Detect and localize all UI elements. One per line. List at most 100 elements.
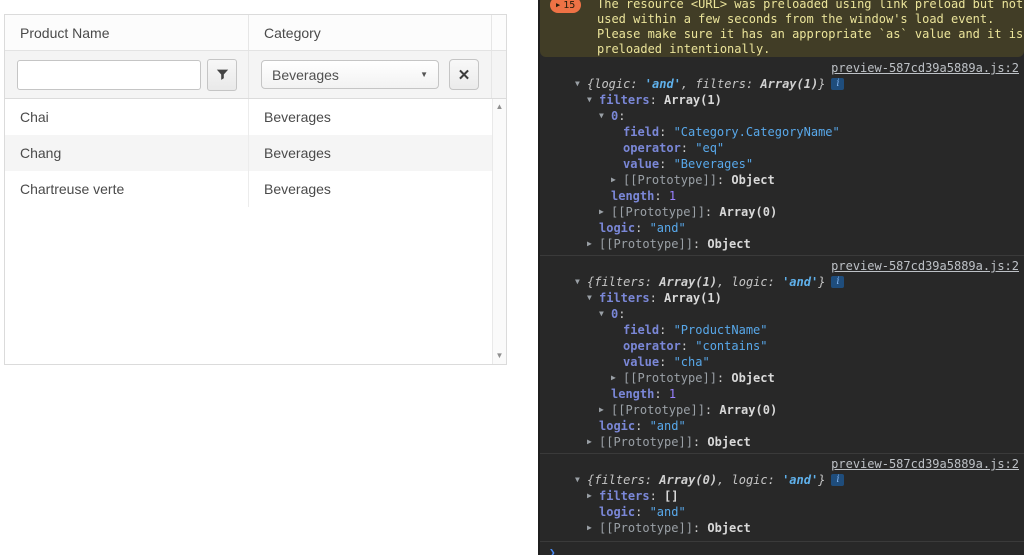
console-tree-row: length: 1 [564,386,1024,402]
info-icon[interactable]: i [831,276,844,288]
token-key: value [623,354,659,370]
chevron-right-icon[interactable]: ▶ [587,520,599,536]
category-filter-cell: Beverages ▼ ✕ [249,51,492,98]
console-prompt[interactable]: ❯ [540,541,1024,555]
token-obj: Object [707,520,750,536]
token-str: "Beverages" [674,156,753,172]
chevron-down-icon[interactable]: ▼ [599,306,611,322]
scroll-down-icon[interactable]: ▼ [496,352,504,360]
console-tree-row: ▶[[Prototype]]: Object [552,434,1024,450]
chevron-right-icon[interactable]: ▶ [587,434,599,450]
token-pva: Array(1) [760,76,818,92]
header-cell-category[interactable]: Category [249,15,492,50]
grid-scrollbar[interactable]: ▲ ▼ [492,99,506,364]
chevron-down-icon[interactable]: ▼ [587,92,599,108]
token-pl: : [618,306,632,322]
chevron-down-icon[interactable]: ▼ [575,472,587,488]
token-str: "Category.CategoryName" [674,124,840,140]
token-pl: : [650,92,664,108]
source-link[interactable]: preview-587cd39a5889a.js:2 [831,61,1019,75]
console-tree-row: ▼{filters: Array(0), logic: 'and'}i [540,472,1024,488]
token-pv: {filters: [587,274,659,290]
console-tree-row: value: "Beverages" [576,156,1024,172]
token-pv: {logic: [587,76,645,92]
product-filter-input[interactable] [17,60,201,90]
chevron-down-icon[interactable]: ▼ [587,290,599,306]
header-cell-product-name[interactable]: Product Name [5,15,249,50]
token-str: "and" [650,418,686,434]
chevron-right-icon[interactable]: ▶ [599,402,611,418]
token-pl: : [654,188,668,204]
token-pl: : [650,290,664,306]
console-entry: preview-587cd39a5889a.js:2▼{filters: Arr… [540,255,1024,453]
token-proto: [[Prototype]] [611,204,705,220]
token-pl: : [693,520,707,536]
table-cell: Chartreuse verte [5,171,249,207]
product-grid: Product Name Category Beverages ▼ ✕ [4,14,507,365]
grid-header: Product Name Category [5,15,506,51]
token-pl: : [659,322,673,338]
token-obj: Object [707,236,750,252]
token-pl: : [681,338,695,354]
grid-rows: ChaiBeveragesChangBeveragesChartreuse ve… [5,99,492,364]
source-row: preview-587cd39a5889a.js:2 [540,456,1024,472]
token-pv: {filters: [587,472,659,488]
token-key: 0 [611,306,618,322]
token-proto: [[Prototype]] [623,172,717,188]
table-row[interactable]: ChangBeverages [5,135,492,171]
token-pv: , filters: [681,76,760,92]
token-key: operator [623,338,681,354]
console-tree-row: logic: "and" [552,220,1024,236]
filter-scroll-spacer [492,51,506,98]
token-key: length [611,386,654,402]
token-pv: } [818,274,825,290]
chevron-down-icon[interactable]: ▼ [575,76,587,92]
token-pl: : [635,418,649,434]
info-icon[interactable]: i [831,78,844,90]
token-pl: : [659,124,673,140]
console-tree-row: field: "ProductName" [576,322,1024,338]
filter-button[interactable] [207,59,237,91]
token-pl: : [693,236,707,252]
token-pl: : [705,402,719,418]
scroll-up-icon[interactable]: ▲ [496,103,504,111]
console-entry: preview-587cd39a5889a.js:2▼{filters: Arr… [540,453,1024,539]
token-proto: [[Prototype]] [599,236,693,252]
token-pl: : [717,370,731,386]
token-key: operator [623,140,681,156]
token-obj: Array(1) [664,92,722,108]
token-str: "eq" [695,140,724,156]
console-tree-row: length: 1 [564,188,1024,204]
info-icon[interactable]: i [831,474,844,486]
grid-body: ChaiBeveragesChangBeveragesChartreuse ve… [5,99,506,364]
chevron-down-icon[interactable]: ▼ [575,274,587,290]
source-link[interactable]: preview-587cd39a5889a.js:2 [831,457,1019,471]
chevron-right-icon[interactable]: ▶ [587,488,599,504]
token-proto: [[Prototype]] [623,370,717,386]
chevron-right-icon[interactable]: ▶ [611,172,623,188]
token-str: "and" [650,220,686,236]
category-dropdown[interactable]: Beverages ▼ [261,60,439,89]
token-num: 1 [669,188,676,204]
funnel-icon [216,68,229,81]
table-row[interactable]: ChaiBeverages [5,99,492,135]
token-obj: [] [664,488,678,504]
devtools-console: ▶ 15 The resource <URL> was preloaded us… [538,0,1024,555]
token-pl: : [635,504,649,520]
token-str: "ProductName" [674,322,768,338]
chevron-right-icon[interactable]: ▶ [587,236,599,252]
token-pl: : [654,386,668,402]
table-row[interactable]: Chartreuse verteBeverages [5,171,492,207]
warning-count-badge[interactable]: ▶ 15 [550,0,581,13]
close-icon: ✕ [458,66,471,84]
console-tree-row: value: "cha" [576,354,1024,370]
source-link[interactable]: preview-587cd39a5889a.js:2 [831,259,1019,273]
console-tree-row: ▼0: [564,306,1024,322]
token-pva: Array(1) [659,274,717,290]
clear-filter-button[interactable]: ✕ [449,59,479,90]
token-obj: Array(1) [664,290,722,306]
chevron-right-icon[interactable]: ▶ [611,370,623,386]
chevron-right-icon[interactable]: ▶ [599,204,611,220]
chevron-down-icon[interactable]: ▼ [599,108,611,124]
console-tree-row: field: "Category.CategoryName" [576,124,1024,140]
